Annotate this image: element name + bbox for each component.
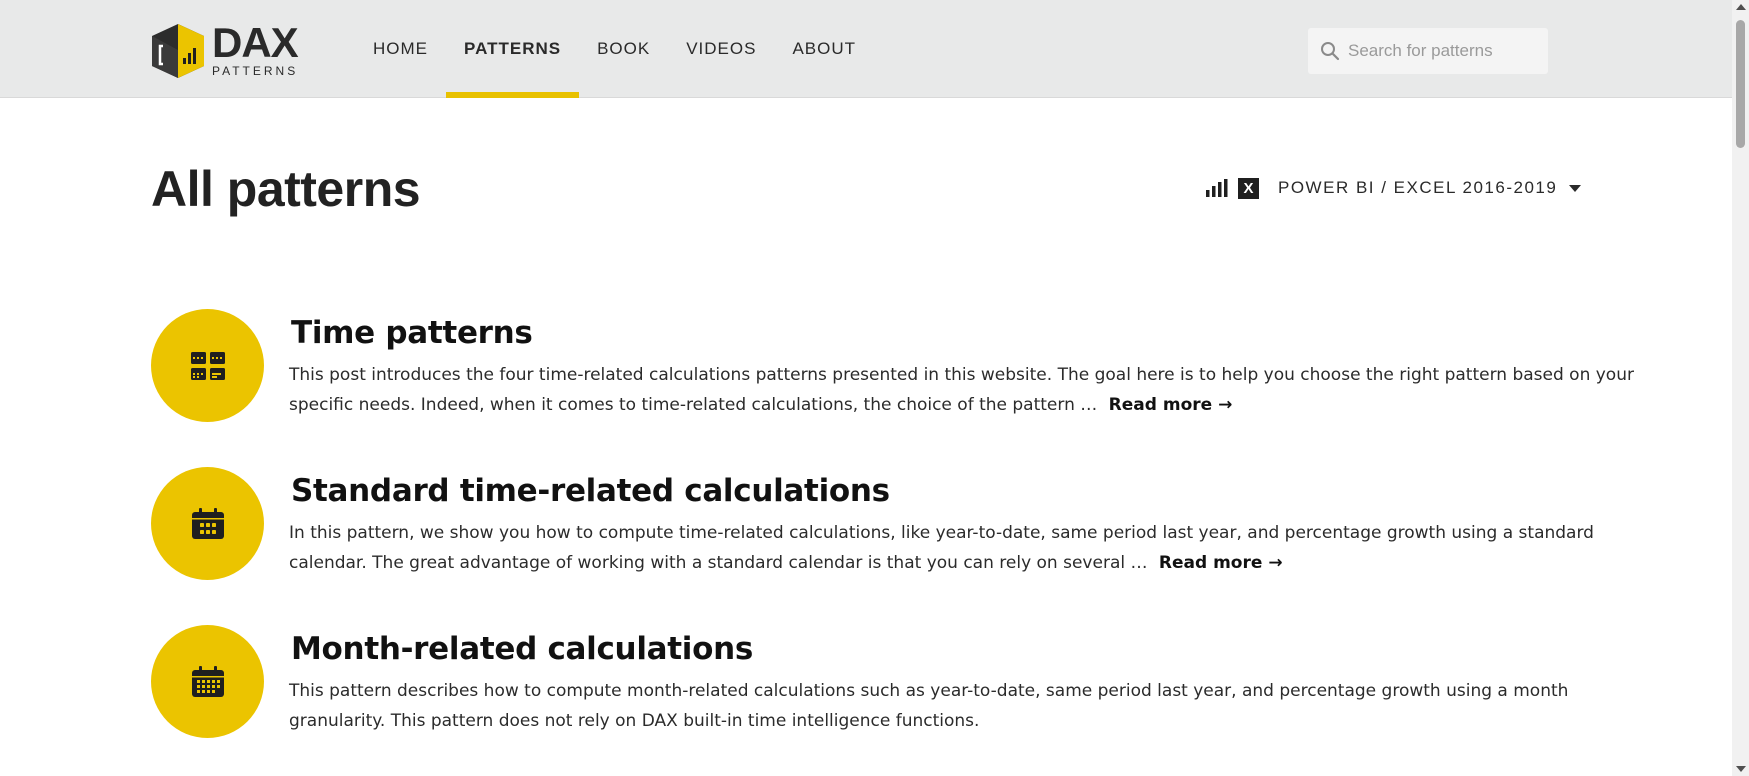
nav-videos[interactable]: VIDEOS bbox=[668, 0, 774, 98]
site-header: DAX PATTERNS HOME PATTERNS BOOK VIDEOS A… bbox=[0, 0, 1732, 98]
search-box[interactable] bbox=[1308, 28, 1548, 74]
scroll-down-arrow-icon[interactable] bbox=[1736, 766, 1746, 772]
nav-home[interactable]: HOME bbox=[355, 0, 446, 98]
calendar-grid-icon[interactable] bbox=[151, 309, 264, 422]
arrow-right-icon: → bbox=[1268, 553, 1283, 573]
pattern-title[interactable]: Month-related calculations bbox=[291, 631, 753, 667]
pattern-title[interactable]: Time patterns bbox=[291, 315, 533, 351]
read-more-link[interactable]: Read more → bbox=[1109, 395, 1233, 415]
pattern-description: In this pattern, we show you how to comp… bbox=[289, 518, 1669, 578]
nav-book[interactable]: BOOK bbox=[579, 0, 668, 98]
arrow-right-icon: → bbox=[1218, 395, 1233, 415]
pattern-title[interactable]: Standard time-related calculations bbox=[291, 473, 890, 509]
chevron-down-icon bbox=[1569, 184, 1582, 192]
version-selector[interactable]: X POWER BI / EXCEL 2016-2019 bbox=[1206, 176, 1582, 200]
nav-patterns[interactable]: PATTERNS bbox=[446, 0, 580, 98]
search-icon bbox=[1321, 42, 1340, 61]
logo-cube-icon bbox=[152, 24, 204, 78]
excel-icon: X bbox=[1238, 177, 1259, 199]
scroll-up-arrow-icon[interactable] bbox=[1736, 4, 1746, 10]
pattern-description-text: This pattern describes how to compute mo… bbox=[289, 681, 1569, 731]
nav-about[interactable]: ABOUT bbox=[774, 0, 874, 98]
scrollbar-thumb[interactable] bbox=[1736, 20, 1745, 148]
pattern-description: This pattern describes how to compute mo… bbox=[289, 676, 1669, 736]
pattern-description-text: In this pattern, we show you how to comp… bbox=[289, 523, 1594, 573]
search-input[interactable] bbox=[1348, 41, 1538, 61]
pattern-description-text: This post introduces the four time-relat… bbox=[289, 365, 1634, 415]
logo-dax-text: DAX bbox=[212, 19, 299, 66]
page-title: All patterns bbox=[151, 161, 421, 217]
dax-patterns-logo[interactable]: DAX PATTERNS bbox=[150, 22, 310, 78]
page-scrollbar[interactable] bbox=[1732, 0, 1749, 776]
logo-patterns-text: PATTERNS bbox=[212, 64, 299, 78]
read-more-link[interactable]: Read more → bbox=[1159, 553, 1283, 573]
main-nav: HOME PATTERNS BOOK VIDEOS ABOUT bbox=[355, 0, 874, 98]
pattern-description: This post introduces the four time-relat… bbox=[289, 360, 1669, 420]
calendar-month-icon[interactable] bbox=[151, 625, 264, 738]
version-label: POWER BI / EXCEL 2016-2019 bbox=[1278, 178, 1558, 197]
power-bi-icon bbox=[1206, 179, 1228, 197]
calendar-icon[interactable] bbox=[151, 467, 264, 580]
